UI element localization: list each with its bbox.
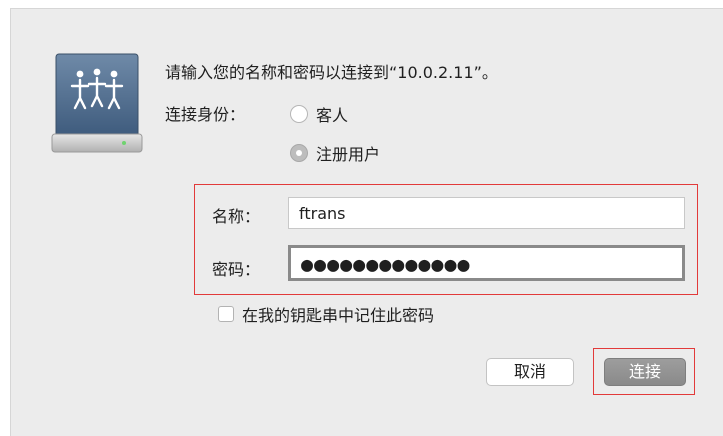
radio-registered-user-label: 注册用户: [316, 145, 381, 164]
connect-as-label: 连接身份：: [165, 105, 246, 124]
network-server-icon: [51, 53, 143, 153]
remember-password-label: 在我的钥匙串中记住此密码: [242, 306, 435, 325]
connect-button[interactable]: 连接: [604, 358, 686, 386]
radio-guest[interactable]: 客人: [290, 102, 348, 126]
dialog-message: 请输入您的名称和密码以连接到“10.0.2.11”。: [165, 63, 498, 82]
radio-button-icon[interactable]: [290, 105, 308, 123]
name-label: 名称：: [212, 207, 261, 226]
cancel-button[interactable]: 取消: [486, 358, 574, 386]
checkbox-icon[interactable]: [218, 306, 234, 322]
radio-registered-user[interactable]: 注册用户: [290, 141, 380, 165]
name-field[interactable]: ftrans: [288, 197, 685, 229]
remember-password-option[interactable]: 在我的钥匙串中记住此密码: [218, 302, 434, 326]
radio-button-selected-icon[interactable]: [290, 144, 308, 162]
radio-guest-label: 客人: [316, 106, 349, 125]
password-field[interactable]: ●●●●●●●●●●●●●: [288, 245, 685, 281]
password-label: 密码：: [212, 260, 261, 279]
